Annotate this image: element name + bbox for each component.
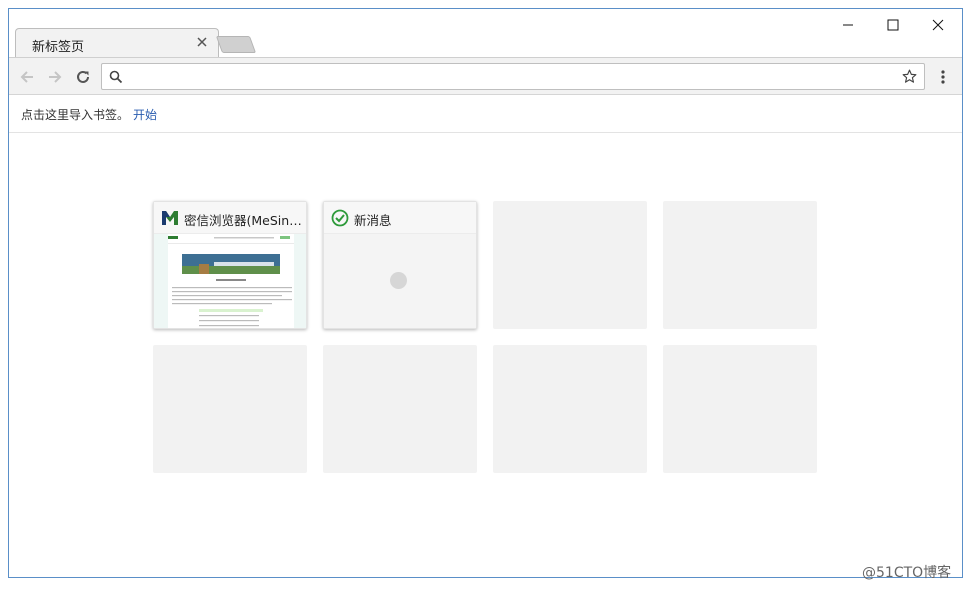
address-input[interactable] xyxy=(130,67,890,86)
most-visited-tile[interactable]: 密信浏览器(MeSinc... xyxy=(153,201,307,329)
star-icon[interactable] xyxy=(901,68,918,85)
minimize-icon[interactable] xyxy=(838,17,858,33)
tab-title: 新标签页 xyxy=(32,40,85,55)
empty-tile xyxy=(663,345,817,473)
tile-title: 密信浏览器(MeSinc... xyxy=(184,213,302,228)
empty-tile xyxy=(493,201,647,329)
loading-spinner-icon xyxy=(390,272,407,289)
forward-arrow-icon[interactable] xyxy=(45,67,65,87)
browser-window: 新标签页 点击这里导入书签。 开始 密信浏览器(MeSinc... 新消息 xyxy=(8,8,963,578)
mesince-logo-icon xyxy=(162,211,178,225)
more-vert-icon[interactable] xyxy=(937,67,949,87)
empty-tile xyxy=(153,345,307,473)
title-bar: 新标签页 xyxy=(9,9,962,58)
most-visited-tile[interactable]: 新消息 xyxy=(323,201,477,329)
import-bookmarks-start-link[interactable]: 开始 xyxy=(133,106,157,123)
back-arrow-icon[interactable] xyxy=(17,67,37,87)
watermark: @51CTO博客 xyxy=(862,565,952,581)
bookmark-bar: 点击这里导入书签。 开始 xyxy=(9,95,962,133)
close-icon[interactable] xyxy=(196,36,208,48)
new-tab-button[interactable] xyxy=(215,36,257,53)
maximize-icon[interactable] xyxy=(883,17,903,33)
empty-tile xyxy=(663,201,817,329)
tile-thumbnail xyxy=(324,234,476,328)
green-check-icon xyxy=(331,209,349,227)
address-bar[interactable] xyxy=(101,63,925,90)
empty-tile xyxy=(323,345,477,473)
empty-tile xyxy=(493,345,647,473)
tile-header: 密信浏览器(MeSinc... xyxy=(154,202,306,234)
toolbar xyxy=(9,57,962,95)
tile-thumbnail xyxy=(154,234,306,328)
close-icon[interactable] xyxy=(928,17,948,33)
search-icon xyxy=(109,70,123,84)
page-thumbnail-icon xyxy=(154,234,306,328)
new-tab-page: 密信浏览器(MeSinc... 新消息 xyxy=(9,134,962,577)
reload-icon[interactable] xyxy=(73,67,93,87)
tab-new-tab[interactable]: 新标签页 xyxy=(15,28,219,58)
import-bookmarks-text: 点击这里导入书签。 xyxy=(21,108,130,122)
tile-title: 新消息 xyxy=(354,213,392,228)
tile-header: 新消息 xyxy=(324,202,476,234)
